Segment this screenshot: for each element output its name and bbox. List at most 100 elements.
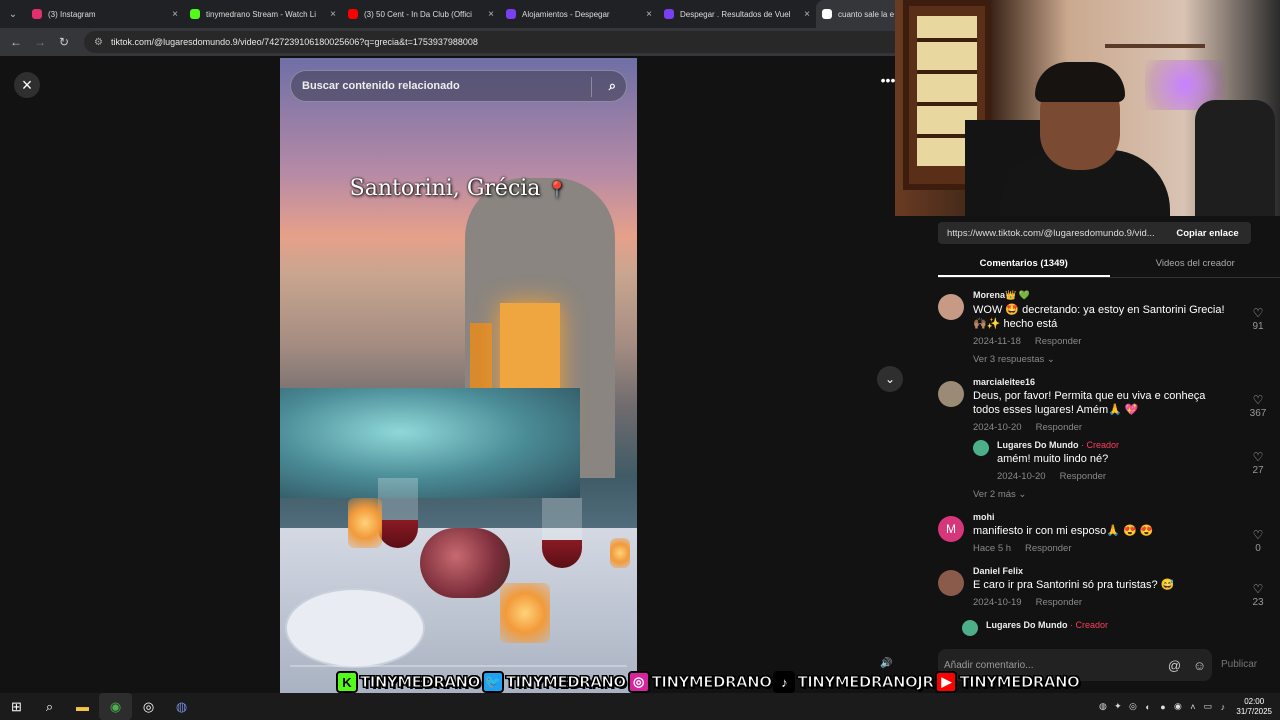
comment-date: Hace 5 h [973, 543, 1012, 554]
comment-meta: Hace 5 h Responder [973, 543, 1268, 554]
share-link-field[interactable]: https://www.tiktok.com/@lugaresdomundo.9… [938, 222, 1164, 244]
tray-app-icon[interactable]: ✦ [1110, 701, 1125, 712]
comment-author[interactable]: Morena👑 💚 [973, 290, 1268, 301]
reply-button[interactable]: Responder [1036, 597, 1082, 608]
url-bar[interactable]: ⚙ tiktok.com/@lugaresdomundo.9/video/742… [84, 31, 904, 53]
reply-button[interactable]: Responder [1035, 336, 1081, 347]
file-explorer-icon[interactable]: ▬ [66, 693, 99, 720]
avatar[interactable] [938, 570, 964, 596]
social-handle: K TINYMEDRANO [336, 671, 481, 693]
tray-app-icon[interactable]: ◐ [1140, 702, 1155, 712]
comment-text: WOW 🤩 decretando: ya estoy en Santorini … [973, 304, 1225, 330]
publish-button[interactable]: Publicar [1221, 649, 1257, 681]
tab-creator-videos[interactable]: Videos del creador [1110, 252, 1280, 277]
view-replies-link[interactable]: Ver 3 respuestas ⌄ [973, 354, 1268, 365]
reply-button[interactable]: Responder [1060, 471, 1106, 482]
like-button[interactable]: ♡ 0 [1248, 528, 1268, 554]
reply-author-name: Lugares Do Mundo [986, 620, 1068, 630]
like-button[interactable]: ♡ 27 [1248, 450, 1268, 476]
obs-icon[interactable]: ◎ [132, 693, 165, 720]
tab-close-icon[interactable]: × [488, 9, 494, 20]
heart-icon[interactable]: ♡ [1253, 582, 1264, 596]
tab-comments[interactable]: Comentarios (1349) [938, 252, 1110, 277]
tab-close-icon[interactable]: × [330, 9, 336, 20]
browser-tab[interactable]: (3) 50 Cent - In Da Club (Offici × [342, 0, 500, 28]
chevron-up-icon[interactable]: ˄ [1185, 702, 1200, 712]
like-button[interactable]: ♡ 23 [1248, 582, 1268, 608]
back-arrow-icon[interactable]: ← [4, 35, 28, 49]
avatar[interactable] [973, 440, 989, 456]
chrome-icon[interactable]: ◉ [99, 693, 132, 720]
tab-search-chevron-icon[interactable]: ⌄ [0, 0, 26, 28]
social-handle: 🐦 TINYMEDRANO [481, 671, 627, 693]
comment-meta: 2024-11-18 Responder [973, 336, 1268, 347]
avatar[interactable] [938, 294, 964, 320]
video-caption: Santorini, Grécia 📍 [280, 176, 637, 201]
site-settings-icon[interactable]: ⚙ [94, 37, 103, 48]
windows-taskbar: ⊞ ⌕ ▬ ◉ ◎ ◍ ◍ ✦ ◎ ◐ ● ◉ ˄ ▭ ♪ 02:00 31/7… [0, 693, 1280, 720]
comment-item: Morena👑 💚 WOW 🤩 decretando: ya estoy en S… [938, 290, 1268, 365]
comment-item: Lugares Do Mundo · Creador [962, 620, 1268, 636]
browser-tab[interactable]: Despegar . Resultados de Vuel × [658, 0, 816, 28]
twitter-icon: 🐦 [481, 671, 504, 693]
reply-button[interactable]: Responder [1025, 543, 1071, 554]
close-icon[interactable]: × [14, 72, 40, 98]
mention-icon[interactable]: @ [1168, 658, 1181, 673]
tab-close-icon[interactable]: × [804, 9, 810, 20]
avatar[interactable]: M [938, 516, 964, 542]
avatar[interactable] [962, 620, 978, 636]
tray-app-icon[interactable]: ◎ [1125, 701, 1140, 712]
reply-author[interactable]: Lugares Do Mundo · Creador [986, 620, 1268, 630]
tab-close-icon[interactable]: × [646, 9, 652, 20]
heart-icon[interactable]: ♡ [1253, 528, 1264, 542]
browser-tab[interactable]: (3) Instagram × [26, 0, 184, 28]
reply-author-name: Lugares Do Mundo [997, 440, 1079, 450]
heart-icon[interactable]: ♡ [1253, 450, 1264, 464]
reply-date: 2024-10-20 [997, 471, 1046, 482]
view-replies-link[interactable]: Ver 2 más ⌄ [973, 489, 1268, 500]
tab-close-icon[interactable]: × [172, 9, 178, 20]
like-button[interactable]: ♡ 367 [1248, 393, 1268, 419]
video-progress-bar[interactable] [290, 665, 627, 667]
webcam-shelf-shape [1105, 44, 1205, 48]
discord-tray-icon[interactable]: ◍ [1095, 701, 1110, 712]
reply-button[interactable]: Responder [1036, 422, 1082, 433]
related-search-input[interactable]: Buscar contenido relacionado ⌕ [290, 70, 627, 102]
social-handle: ◎ TINYMEDRANO [627, 671, 772, 693]
tray-app-icon[interactable]: ● [1155, 702, 1170, 712]
video-flowers-shape [420, 528, 510, 598]
windows-start-icon[interactable]: ⊞ [0, 693, 33, 720]
heart-icon[interactable]: ♡ [1253, 393, 1264, 407]
tab-favicon-icon [822, 9, 832, 19]
tab-title: (3) 50 Cent - In Da Club (Offici [364, 9, 472, 19]
comment-author[interactable]: Daniel Felix [973, 566, 1268, 576]
video-player[interactable]: Buscar contenido relacionado ⌕ Santorini… [280, 58, 637, 693]
copy-link-button[interactable]: Copiar enlace [1164, 222, 1251, 244]
comment-input-tools: @ ☺ [1162, 649, 1212, 681]
social-handle-text: TINYMEDRANO [360, 673, 481, 692]
avatar[interactable] [938, 381, 964, 407]
network-icon[interactable]: ▭ [1200, 701, 1215, 712]
emoji-icon[interactable]: ☺ [1193, 658, 1206, 673]
steam-tray-icon[interactable]: ◉ [1170, 701, 1185, 712]
heart-icon[interactable]: ♡ [1253, 306, 1264, 320]
browser-tab[interactable]: Alojamientos - Despegar × [500, 0, 658, 28]
share-link-row: https://www.tiktok.com/@lugaresdomundo.9… [938, 222, 1251, 244]
social-handle-text: TINYMEDRANO [505, 673, 626, 692]
comment-author[interactable]: mohi [973, 512, 1268, 522]
video-pool-shape [280, 388, 580, 498]
search-icon[interactable]: ⌕ [33, 693, 66, 720]
browser-tab[interactable]: tinymedrano Stream - Watch Li × [184, 0, 342, 28]
taskbar-clock[interactable]: 02:00 31/7/2025 [1236, 697, 1272, 717]
reply-meta: 2024-10-20 Responder [997, 471, 1268, 482]
discord-icon[interactable]: ◍ [165, 693, 198, 720]
tab-title: Alojamientos - Despegar [522, 9, 610, 19]
forward-arrow-icon[interactable]: → [28, 35, 52, 49]
reply-author[interactable]: Lugares Do Mundo · Creador [997, 440, 1268, 450]
like-button[interactable]: ♡ 91 [1248, 306, 1268, 332]
reload-icon[interactable]: ↻ [52, 35, 76, 49]
comment-author[interactable]: marcialeitee16 [973, 377, 1268, 387]
search-icon[interactable]: ⌕ [609, 78, 616, 94]
speaker-icon[interactable]: ♪ [1215, 702, 1230, 712]
next-video-chevron-icon[interactable]: ⌄ [877, 366, 903, 392]
